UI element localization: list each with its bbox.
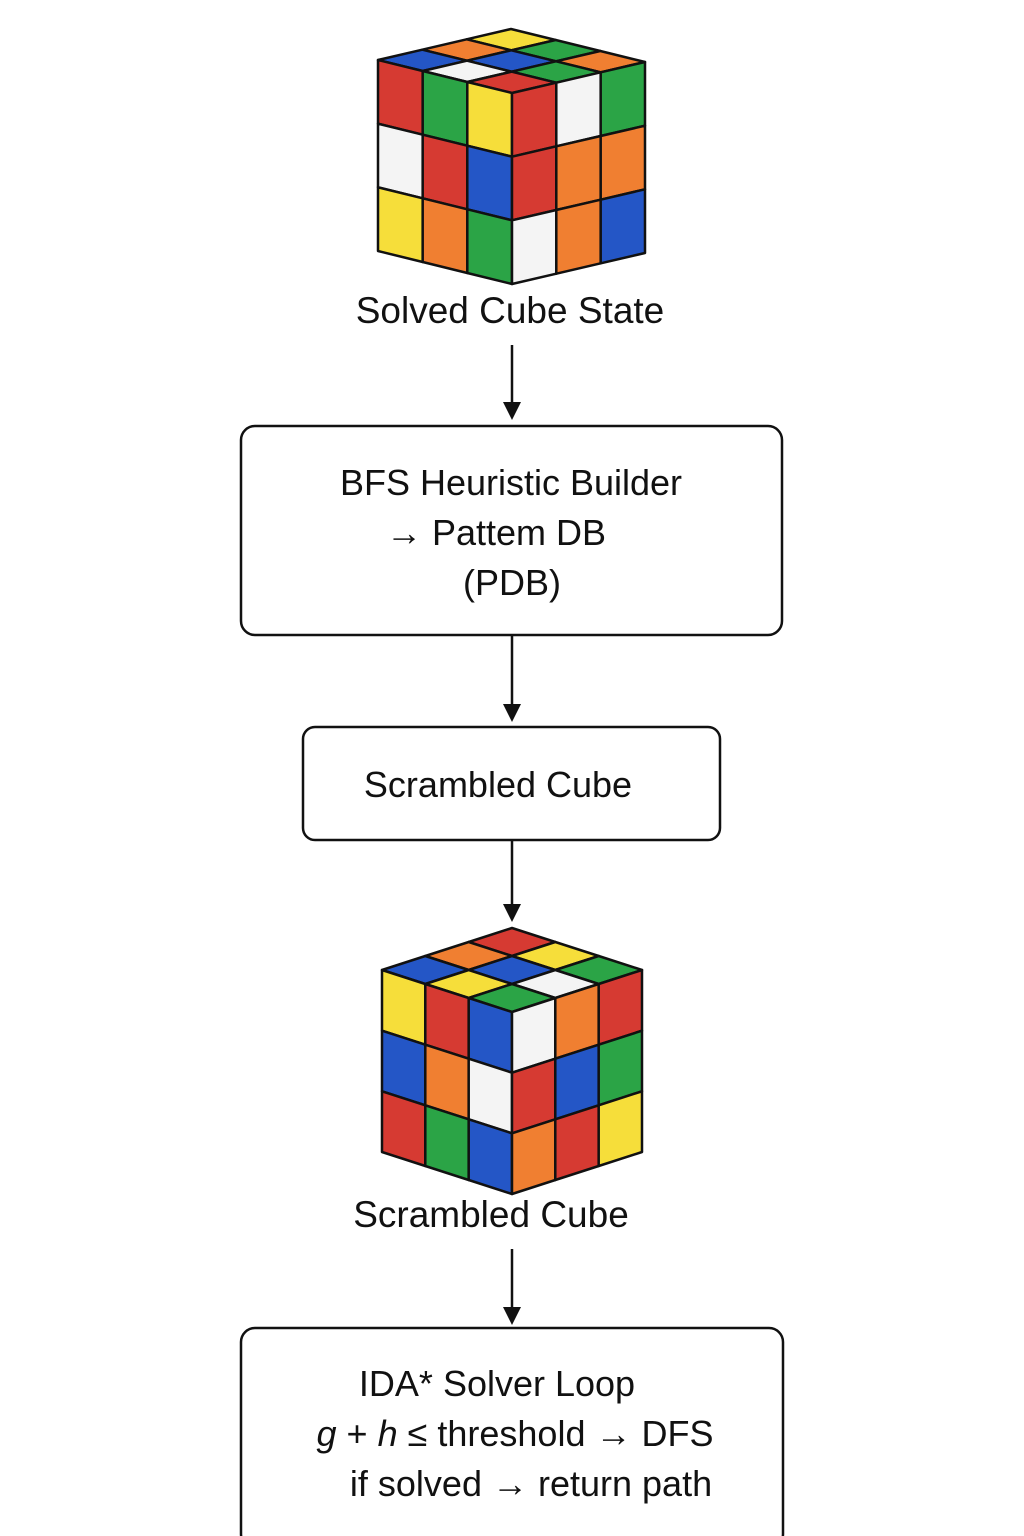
sticker-right-1-2 (599, 124, 647, 201)
sticker-left-2-0 (376, 186, 424, 264)
solved-cube-label: Solved Cube State (356, 290, 665, 331)
sticker-right-0-1 (555, 71, 602, 148)
sticker-left-0-1 (421, 69, 469, 147)
sticker-right-2-2 (597, 1090, 644, 1168)
ida-box-return: if solved → return path (350, 1463, 712, 1504)
pdb-builder-box: BFS Heuristic Builder → Pattem DB (PDB) (239, 424, 784, 637)
flow-diagram: Solved Cube State BFS Heuristic Builder … (239, 27, 785, 1536)
arrow-cube-to-ida (503, 1249, 521, 1325)
ida-box-condition: g + h ≤ threshold → DFS (317, 1413, 714, 1454)
pdb-box-title: BFS Heuristic Builder (340, 462, 682, 503)
arrow-pdb-to-scrambled (503, 635, 521, 722)
sticker-right-1-1 (555, 134, 602, 212)
scrambled-cube-box: Scrambled Cube (301, 725, 722, 842)
ida-solver-box: IDA* Solver Loop g + h ≤ threshold → DFS… (239, 1326, 785, 1536)
sticker-right-1-0 (510, 145, 558, 222)
arrow-scrambled-box-to-cube (503, 840, 521, 922)
sticker-left-2-0 (380, 1090, 427, 1168)
sticker-right-2-0 (510, 208, 558, 286)
scrambled-cube-label: Scrambled Cube (353, 1194, 629, 1235)
arrow-solved-to-pdb (503, 345, 521, 420)
pdb-box-pattern-db: → Pattem DB (386, 512, 606, 553)
solved-cube-illustration (376, 27, 647, 286)
sticker-left-2-2 (466, 208, 514, 286)
sticker-left-2-1 (421, 197, 469, 275)
sticker-left-2-2 (467, 1118, 514, 1196)
sticker-right-2-1 (555, 198, 602, 275)
sticker-right-2-2 (599, 188, 647, 265)
sticker-left-1-0 (376, 122, 424, 200)
sticker-right-0-2 (599, 60, 647, 138)
sticker-left-2-1 (424, 1104, 470, 1182)
sticker-right-0-0 (510, 81, 558, 158)
sticker-left-1-1 (421, 133, 469, 211)
pdb-box-abbrev: (PDB) (463, 562, 561, 603)
sticker-left-0-2 (466, 80, 514, 158)
scrambled-box-label: Scrambled Cube (364, 764, 632, 805)
sticker-right-2-0 (510, 1118, 557, 1196)
ida-box-title: IDA* Solver Loop (359, 1363, 635, 1404)
sticker-left-0-0 (376, 58, 424, 136)
sticker-left-1-2 (466, 144, 514, 222)
scrambled-cube-illustration (380, 926, 644, 1196)
sticker-right-2-1 (554, 1104, 600, 1182)
